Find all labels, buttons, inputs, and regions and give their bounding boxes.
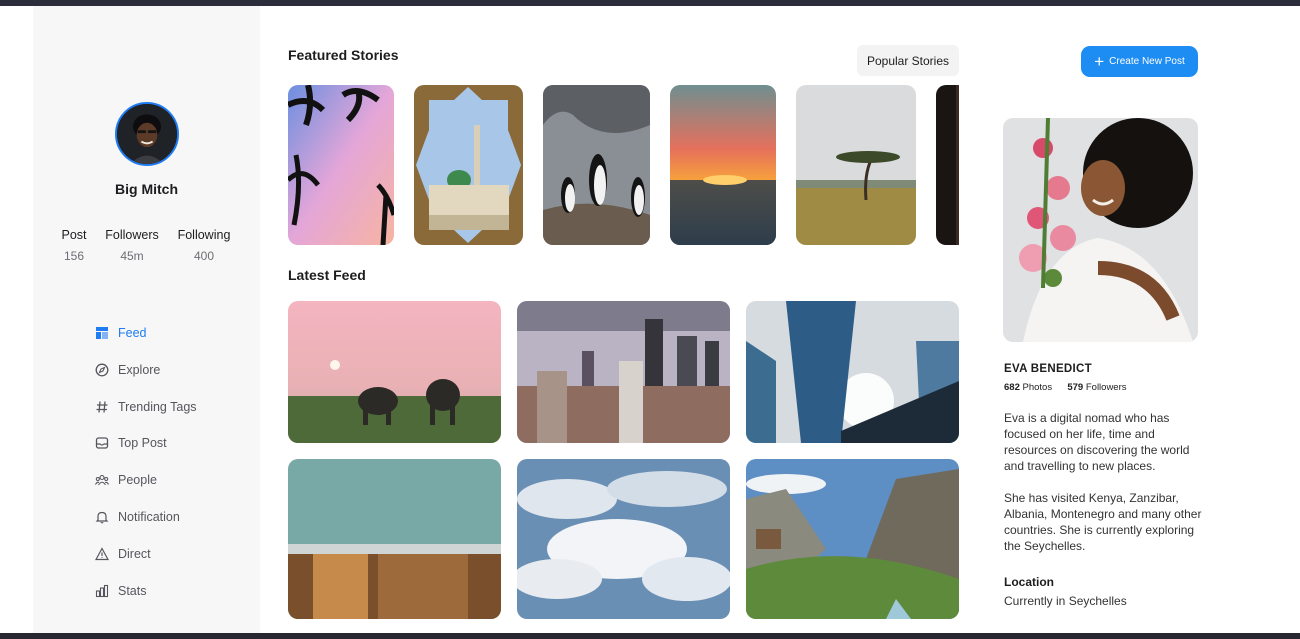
followers-count: 579 <box>1067 382 1084 393</box>
story-card[interactable] <box>543 85 650 245</box>
person-meta: 682 Photos 579 Followers <box>1004 382 1127 393</box>
inbox-icon <box>95 437 109 449</box>
avatar[interactable] <box>115 102 179 166</box>
feed-image <box>746 301 959 443</box>
story-image-penguins <box>543 85 650 245</box>
feed-image <box>517 301 730 443</box>
create-new-post-button[interactable]: + Create New Post <box>1081 46 1198 77</box>
feed-post-city[interactable] <box>517 301 730 443</box>
story-image-sunset <box>670 85 776 245</box>
sidebar-item-label: People <box>118 473 157 487</box>
stat-followers-value: 45m <box>120 249 144 263</box>
story-image-palms <box>288 85 394 245</box>
sidebar-item-label: Explore <box>118 363 161 377</box>
person-bio-2: She has visited Kenya, Zanzibar, Albania… <box>1004 491 1202 553</box>
story-image-dark <box>936 85 959 245</box>
person-bio-1: Eva is a digital nomad who has focused o… <box>1004 411 1190 473</box>
sidebar-item-direct[interactable]: Direct <box>95 547 151 561</box>
story-card[interactable] <box>796 85 916 245</box>
location-value: Currently in Seychelles <box>1004 594 1127 608</box>
sidebar-item-stats[interactable]: Stats <box>95 584 147 598</box>
feed-post-skyscrapers[interactable] <box>746 301 959 443</box>
plus-icon: + <box>1094 52 1105 71</box>
story-card[interactable] <box>670 85 776 245</box>
followers-label: Followers <box>1085 382 1127 393</box>
story-card[interactable] <box>414 85 523 245</box>
stat-followers[interactable]: Followers 45m <box>101 228 163 263</box>
stat-post-label: Post <box>61 228 87 242</box>
story-image-mosque <box>414 85 523 245</box>
feed-image <box>288 301 501 443</box>
sidebar-item-explore[interactable]: Explore <box>95 363 160 377</box>
photos-count: 682 <box>1004 382 1020 393</box>
sidebar-item-label: Notification <box>118 510 180 524</box>
feed-post-building[interactable] <box>288 459 501 619</box>
feed-icon <box>96 327 108 339</box>
stat-following-label: Following <box>177 228 231 242</box>
stat-following-value: 400 <box>193 249 215 263</box>
feed-post-valley[interactable] <box>746 459 959 619</box>
feed-image <box>746 459 959 619</box>
bar-chart-icon <box>95 584 109 598</box>
featured-person-photo[interactable] <box>1003 118 1198 342</box>
feed-post-elephants[interactable] <box>288 301 501 443</box>
people-icon <box>95 474 109 486</box>
story-card[interactable] <box>288 85 394 245</box>
stat-post: Post 156 <box>55 228 93 263</box>
location-title: Location <box>1004 575 1054 589</box>
sidebar-item-notification[interactable]: Notification <box>95 510 180 524</box>
featured-stories-carousel[interactable] <box>288 85 959 245</box>
sidebar-item-label: Top Post <box>118 436 167 450</box>
left-sidebar: Big Mitch Post 156 Followers 45m Followi… <box>33 6 260 633</box>
hashtag-icon <box>96 401 108 413</box>
stat-followers-label: Followers <box>105 228 159 242</box>
person-image <box>1003 118 1198 342</box>
sidebar-item-label: Direct <box>118 547 151 561</box>
sidebar-item-label: Feed <box>118 326 147 340</box>
sidebar-item-people[interactable]: People <box>95 473 157 487</box>
sidebar-item-label: Stats <box>118 584 147 598</box>
compass-icon <box>95 363 109 377</box>
sidebar-item-feed[interactable]: Feed <box>95 326 147 340</box>
popular-stories-button[interactable]: Popular Stories <box>857 45 959 76</box>
featured-stories-title: Featured Stories <box>288 47 399 63</box>
sidebar-item-top-post[interactable]: Top Post <box>95 436 167 450</box>
person-name: EVA BENEDICT <box>1004 363 1092 375</box>
window-bottom-bar <box>0 633 1300 639</box>
sidebar-item-label: Trending Tags <box>118 400 197 414</box>
feed-post-clouds[interactable] <box>517 459 730 619</box>
feed-image <box>517 459 730 619</box>
latest-feed-title: Latest Feed <box>288 267 366 283</box>
photos-label: Photos <box>1022 382 1053 393</box>
profile-name: Big Mitch <box>115 181 178 197</box>
stat-post-value: 156 <box>63 249 85 263</box>
create-new-post-label: Create New Post <box>1109 56 1185 67</box>
warning-triangle-icon <box>95 547 109 561</box>
bell-icon <box>95 511 109 524</box>
story-image-savanna <box>796 85 916 245</box>
stat-following[interactable]: Following 400 <box>171 228 237 263</box>
sidebar-item-trending-tags[interactable]: Trending Tags <box>95 400 197 414</box>
feed-image <box>288 459 501 619</box>
story-card[interactable] <box>936 85 959 245</box>
